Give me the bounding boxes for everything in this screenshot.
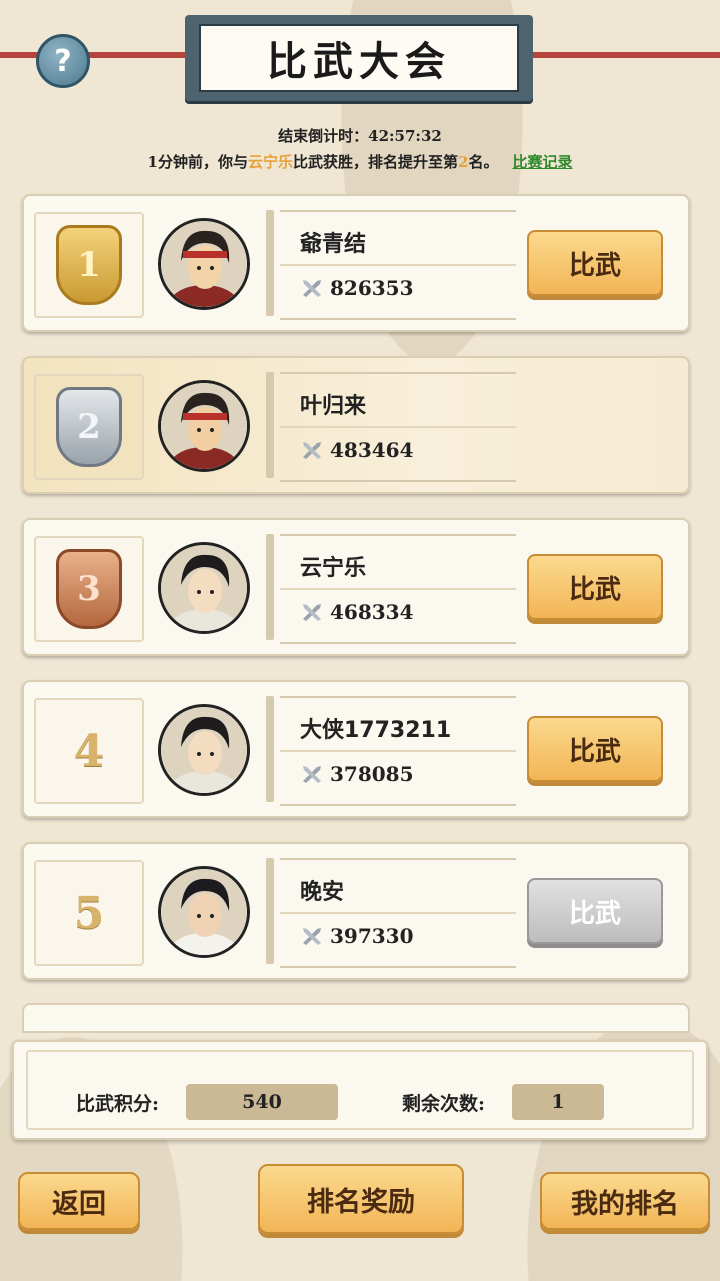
points-value: 540 — [186, 1084, 338, 1120]
crossed-swords-icon — [303, 604, 321, 621]
list-item: 1 爺青结 826353 比武 — [22, 194, 690, 332]
my-rank-button[interactable]: 我的排名 — [540, 1172, 710, 1230]
combat-power: 468334 — [300, 600, 414, 624]
notice-suffix: 名。 — [468, 153, 499, 171]
challenge-button[interactable]: 比武 — [527, 554, 663, 620]
rank-number: 4 — [73, 725, 105, 777]
combat-power-value: 483464 — [330, 438, 414, 462]
rank-box: 4 — [34, 698, 144, 804]
help-icon[interactable]: ? — [36, 34, 90, 88]
combat-power-value: 826353 — [330, 276, 414, 300]
rank-medal-icon: 3 — [56, 549, 122, 629]
list-item: 3 云宁乐 468334 比武 — [22, 518, 690, 656]
player-info: 大侠1773211 378085 — [280, 696, 516, 806]
player-name: 爺青结 — [300, 232, 367, 257]
status-panel-inner: 比武积分: 540 剩余次数: 1 — [26, 1050, 694, 1130]
list-item: 2 叶归来 483464 — [22, 356, 690, 494]
player-info: 晚安 397330 — [280, 858, 516, 968]
crossed-swords-icon — [303, 280, 321, 297]
avatar[interactable] — [158, 704, 250, 796]
remaining-value: 1 — [512, 1084, 604, 1120]
divider — [266, 372, 274, 478]
list-item-partial — [22, 1003, 690, 1033]
rope-decoration-left — [0, 52, 190, 58]
challenge-button[interactable]: 比武 — [527, 230, 663, 296]
rope-decoration-right — [530, 52, 720, 58]
ranking-rewards-button[interactable]: 排名奖励 — [258, 1164, 464, 1234]
player-name: 云宁乐 — [300, 556, 367, 581]
combat-power: 378085 — [300, 762, 414, 786]
notice-prefix: 1分钟前，你与 — [147, 153, 248, 171]
divider — [266, 210, 274, 316]
notice-opponent: 云宁乐 — [247, 153, 293, 171]
avatar[interactable] — [158, 542, 250, 634]
rank-number: 3 — [77, 569, 101, 609]
combat-power: 826353 — [300, 276, 414, 300]
back-button[interactable]: 返回 — [18, 1172, 140, 1230]
player-name: 叶归来 — [300, 394, 367, 419]
battle-notice: 1分钟前，你与云宁乐比武获胜，排名提升至第2名。 比赛记录 — [0, 151, 720, 172]
combat-power-value: 468334 — [330, 600, 414, 624]
list-item: 4 大侠1773211 378085 比武 — [22, 680, 690, 818]
rank-box: 3 — [34, 536, 144, 642]
player-info: 云宁乐 468334 — [280, 534, 516, 644]
remaining-label: 剩余次数: — [402, 1093, 486, 1115]
info-separator — [280, 264, 516, 266]
rank-number: 5 — [73, 887, 105, 939]
status-panel: 比武积分: 540 剩余次数: 1 — [12, 1040, 708, 1140]
crossed-swords-icon — [303, 766, 321, 783]
player-info: 爺青结 826353 — [280, 210, 516, 320]
player-name: 大侠1773211 — [300, 718, 452, 743]
points-label: 比武积分: — [76, 1093, 160, 1115]
crossed-swords-icon — [303, 442, 321, 459]
rank-medal-icon: 1 — [56, 225, 122, 305]
combat-power: 483464 — [300, 438, 414, 462]
info-separator — [280, 750, 516, 752]
divider — [266, 696, 274, 802]
divider — [266, 858, 274, 964]
avatar[interactable] — [158, 866, 250, 958]
combat-power: 397330 — [300, 924, 414, 948]
crossed-swords-icon — [303, 928, 321, 945]
avatar[interactable] — [158, 380, 250, 472]
info-separator — [280, 588, 516, 590]
avatar[interactable] — [158, 218, 250, 310]
notice-rank: 2 — [458, 153, 469, 171]
player-name: 晚安 — [300, 880, 345, 905]
player-info: 叶归来 483464 — [280, 372, 516, 482]
page-title: 比武大会 — [199, 24, 519, 92]
list-item: 5 晚安 397330 比武 — [22, 842, 690, 980]
combat-power-value: 397330 — [330, 924, 414, 948]
notice-middle: 比武获胜，排名提升至第 — [292, 153, 458, 171]
match-record-link[interactable]: 比赛记录 — [512, 153, 572, 171]
title-banner: 比武大会 — [185, 15, 533, 101]
combat-power-value: 378085 — [330, 762, 414, 786]
rank-number: 2 — [77, 407, 101, 447]
info-separator — [280, 912, 516, 914]
rank-medal-icon: 2 — [56, 387, 122, 467]
countdown-timer: 结束倒计时：42:57:32 — [278, 127, 442, 145]
info-separator — [280, 426, 516, 428]
rank-box: 2 — [34, 374, 144, 480]
challenge-button[interactable]: 比武 — [527, 878, 663, 944]
rank-number: 1 — [77, 245, 101, 285]
rank-box: 1 — [34, 212, 144, 318]
divider — [266, 534, 274, 640]
rank-box: 5 — [34, 860, 144, 966]
challenge-button[interactable]: 比武 — [527, 716, 663, 782]
